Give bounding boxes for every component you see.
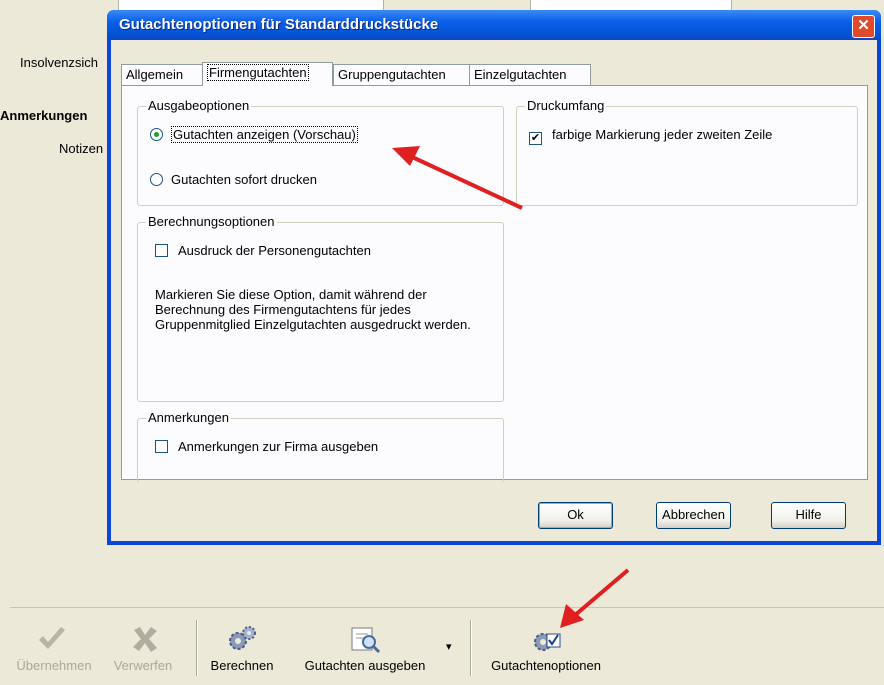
uebernehmen-button[interactable]: Übernehmen xyxy=(10,608,98,685)
tab-firmengutachten[interactable]: Firmengutachten xyxy=(202,62,333,86)
druckumfang-group: Druckumfang ✔ farbige Markierung jeder zw… xyxy=(516,98,858,206)
verwerfen-button[interactable]: Verwerfen xyxy=(100,608,186,685)
toolbar-separator xyxy=(470,620,472,676)
button-label: Abbrechen xyxy=(662,507,725,522)
checkbox-anmerkungen-firma[interactable]: Anmerkungen zur Firma ausgeben xyxy=(155,439,378,454)
abbrechen-button[interactable]: Abbrechen xyxy=(656,502,731,529)
discard-x-icon xyxy=(133,627,157,652)
ausgabeoptionen-group: Ausgabeoptionen Gutachten anzeigen (Vors… xyxy=(137,98,504,206)
chevron-down-icon: ▾ xyxy=(446,641,452,653)
checkbox-label: Ausdruck der Personengutachten xyxy=(178,243,371,258)
bottom-toolbar: Übernehmen Verwerfen Berechnen Gutachten… xyxy=(10,607,884,685)
dialog-client-area: Allgemein Firmengutachten Gruppengutacht… xyxy=(111,40,877,541)
gutachtenoptionen-button[interactable]: Gutachtenoptionen xyxy=(478,608,614,685)
checkbox-unchecked[interactable] xyxy=(155,244,168,257)
group-legend: Berechnungsoptionen xyxy=(146,214,277,229)
berechnen-button[interactable]: Berechnen xyxy=(204,608,280,685)
group-legend: Druckumfang xyxy=(525,98,607,113)
dialog-title: Gutachtenoptionen für Standarddruckstück… xyxy=(119,16,439,33)
checkbox-label: Anmerkungen zur Firma ausgeben xyxy=(178,439,379,454)
checkbox-label: farbige Markierung jeder zweiten Zeile xyxy=(552,127,773,142)
berechnungsoptionen-group: Berechnungsoptionen Ausdruck der Persone… xyxy=(137,214,504,402)
gutachten-ausgeben-dropdown[interactable]: ▾ xyxy=(442,608,458,685)
radio-label: Gutachten sofort drucken xyxy=(171,172,317,187)
gutachtenoptionen-label: Gutachtenoptionen xyxy=(491,658,601,673)
close-button[interactable]: ✕ xyxy=(852,15,875,38)
toolbar-separator xyxy=(196,620,198,676)
radio-gutachten-anzeigen[interactable]: Gutachten anzeigen (Vorschau) xyxy=(150,126,358,143)
checkbox-checked[interactable]: ✔ xyxy=(529,132,542,145)
dialog-titlebar[interactable]: Gutachtenoptionen für Standarddruckstück… xyxy=(107,10,881,40)
tab-label: Firmengutachten xyxy=(207,64,309,81)
radio-button-selected[interactable] xyxy=(150,128,163,141)
button-label: Hilfe xyxy=(795,507,822,522)
tab-label: Einzelgutachten xyxy=(474,67,567,82)
gutachtenoptionen-dialog: Gutachtenoptionen für Standarddruckstück… xyxy=(107,10,881,545)
tab-panel-firmengutachten: Ausgabeoptionen Gutachten anzeigen (Vors… xyxy=(121,85,868,483)
insolvenz-label: Insolvenzsich xyxy=(20,55,99,70)
button-label: Ok xyxy=(567,507,584,522)
group-legend: Ausgabeoptionen xyxy=(146,98,252,113)
hilfe-button[interactable]: Hilfe xyxy=(771,502,846,529)
description-text: Markieren Sie diese Option, damit währen… xyxy=(155,287,471,332)
tab-gruppengutachten[interactable]: Gruppengutachten xyxy=(333,64,471,85)
checkbox-personengutachten[interactable]: Ausdruck der Personengutachten xyxy=(155,243,371,258)
radio-button[interactable] xyxy=(150,173,163,186)
radio-label: Gutachten anzeigen (Vorschau) xyxy=(171,126,358,143)
tab-label: Allgemein xyxy=(126,67,184,82)
radio-gutachten-drucken[interactable]: Gutachten sofort drucken xyxy=(150,172,317,187)
close-icon: ✕ xyxy=(857,17,870,34)
gutachten-ausgeben-button[interactable]: Gutachten ausgeben xyxy=(290,608,440,685)
anmerkungen-heading: Anmerkungen xyxy=(0,108,88,123)
berechnen-label: Berechnen xyxy=(210,658,274,673)
checkbox-farbige-markierung[interactable]: ✔ farbige Markierung jeder zweiten Zeile xyxy=(529,127,772,145)
gears-icon xyxy=(229,626,256,650)
gear-check-icon xyxy=(534,633,561,651)
gutachten-ausgeben-label: Gutachten ausgeben xyxy=(304,658,426,673)
notizen-label: Notizen xyxy=(59,141,104,156)
checkmark-icon xyxy=(39,627,65,649)
group-legend: Anmerkungen xyxy=(146,410,231,425)
report-magnifier-icon xyxy=(351,627,381,654)
tab-einzelgutachten[interactable]: Einzelgutachten xyxy=(469,64,591,85)
anmerkungen-group: Anmerkungen Anmerkungen zur Firma ausgeb… xyxy=(137,410,504,483)
tab-allgemein[interactable]: Allgemein xyxy=(121,64,203,85)
ok-button[interactable]: Ok xyxy=(538,502,613,529)
tab-label: Gruppengutachten xyxy=(338,67,446,82)
uebernehmen-label: Übernehmen xyxy=(16,658,92,673)
verwerfen-label: Verwerfen xyxy=(113,658,173,673)
checkbox-unchecked[interactable] xyxy=(155,440,168,453)
